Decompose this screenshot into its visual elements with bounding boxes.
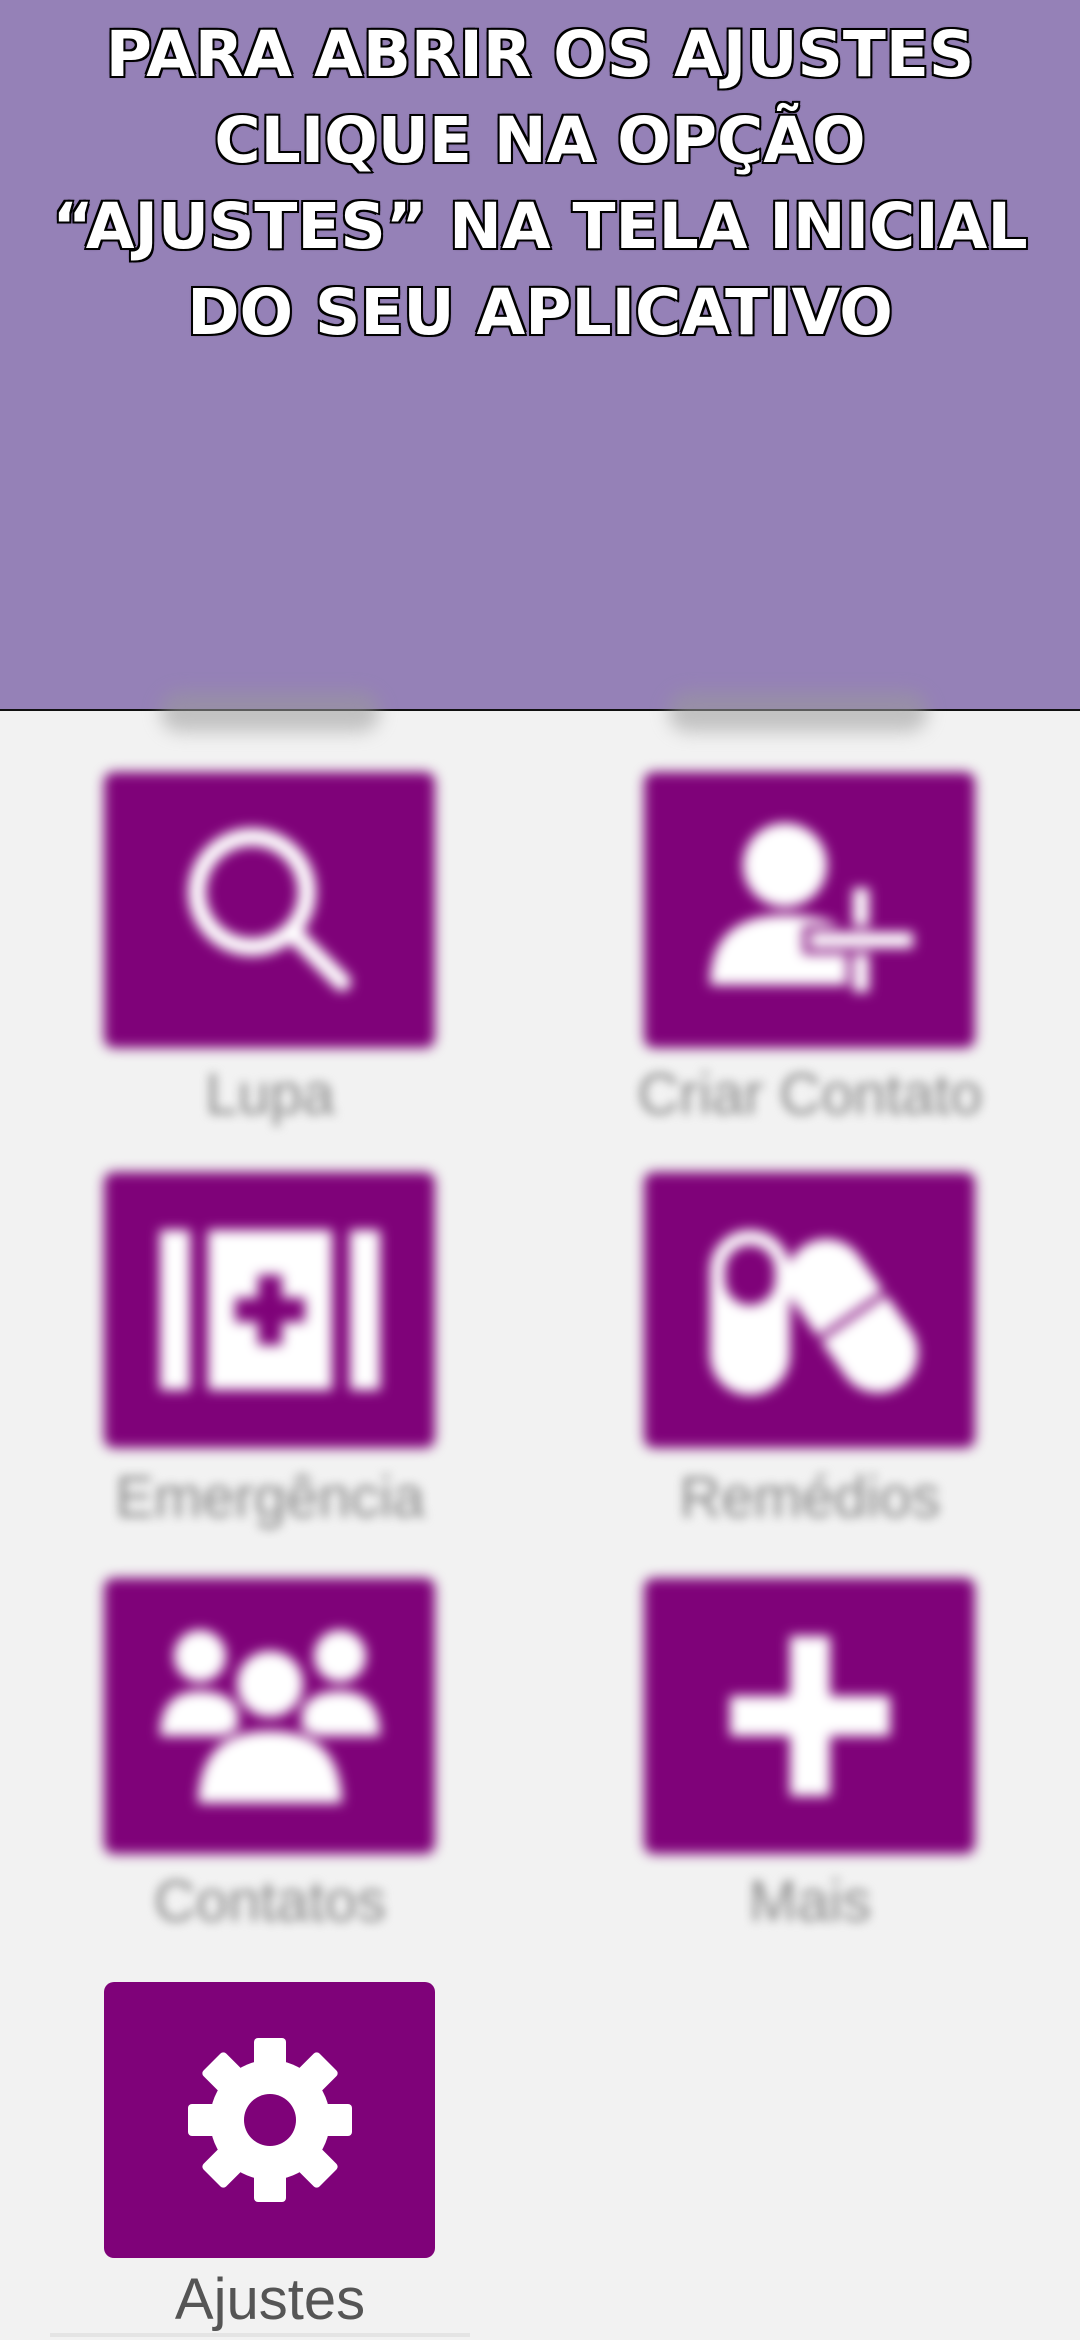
- pills-icon: [709, 1230, 918, 1395]
- hidden-label-left: [160, 692, 380, 732]
- tile-mais[interactable]: [644, 1578, 975, 1854]
- tile-emergencia-label: Emergência: [115, 1465, 425, 1530]
- gear-icon: [187, 2038, 352, 2202]
- instruction-line-3: “AJUSTES” NA TELA INICIAL: [51, 189, 1029, 265]
- tile-mais-label: Mais: [748, 1869, 872, 1934]
- instruction-line-1: PARA ABRIR OS AJUSTES: [104, 17, 976, 93]
- tile-criar-contato[interactable]: [644, 772, 975, 1048]
- hidden-label-right: [668, 692, 928, 732]
- instruction-line-4: DO SEU APLICATIVO: [186, 275, 895, 351]
- tile-remedios[interactable]: [644, 1172, 975, 1448]
- tile-remedios-label: Remédios: [679, 1465, 941, 1530]
- instruction-line-2: CLIQUE NA OPÇÃO: [213, 103, 867, 179]
- tile-contatos[interactable]: [104, 1578, 435, 1854]
- tile-lupa-label: Lupa: [205, 1062, 335, 1127]
- bottom-divider: [50, 2333, 470, 2337]
- tile-emergencia[interactable]: [104, 1172, 435, 1448]
- contacts-group-icon: [159, 1630, 380, 1809]
- tile-contatos-label: Contatos: [153, 1869, 387, 1934]
- tile-criar-contato-label: Criar Contato: [637, 1062, 983, 1127]
- instruction-banner: PARA ABRIR OS AJUSTES CLIQUE NA OPÇÃO “A…: [0, 0, 1080, 711]
- plus-icon: [729, 1636, 890, 1796]
- tile-ajustes[interactable]: [104, 1982, 435, 2258]
- tile-ajustes-label: Ajustes: [174, 2267, 366, 2332]
- instruction-text: PARA ABRIR OS AJUSTES CLIQUE NA OPÇÃO “A…: [0, 12, 1080, 356]
- magnifier-icon: [187, 828, 351, 991]
- tile-lupa[interactable]: [104, 772, 435, 1048]
- add-contact-icon: [709, 823, 919, 998]
- first-aid-kit-icon: [159, 1230, 380, 1390]
